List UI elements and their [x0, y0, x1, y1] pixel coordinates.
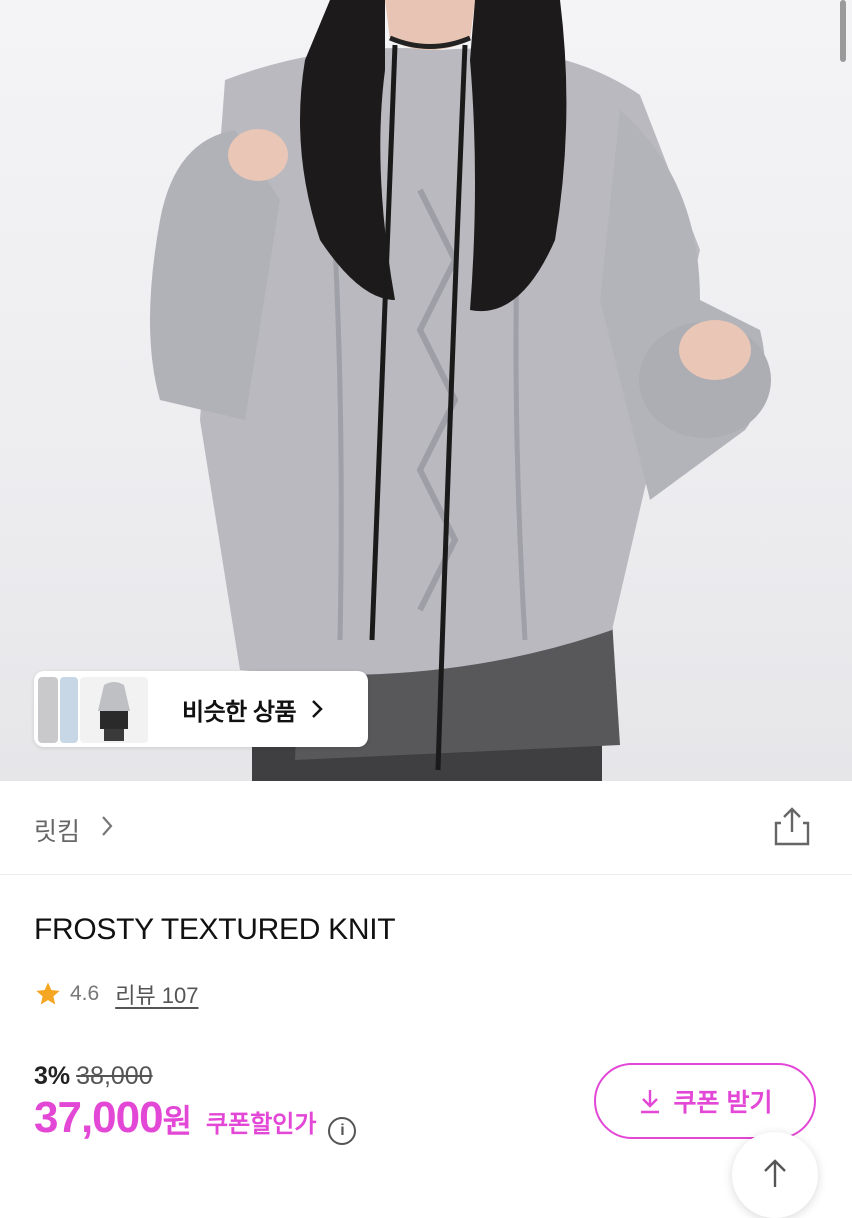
price-block: 3% 38,000 37,000 원 쿠폰할인가 i — [34, 1062, 357, 1145]
chevron-right-icon[interactable] — [100, 814, 114, 838]
rating-value: 4.6 — [70, 982, 100, 1005]
currency-unit: 원 — [162, 1103, 193, 1139]
similar-thumbnail — [60, 677, 78, 743]
arrow-up-icon — [764, 1159, 786, 1187]
share-icon[interactable] — [771, 806, 813, 848]
star-icon — [36, 982, 60, 1005]
product-title: FROSTY TEXTURED KNIT — [34, 913, 396, 946]
download-icon — [640, 1090, 659, 1114]
similar-thumbnail — [80, 677, 148, 743]
discount-row: 3% 38,000 — [34, 1062, 356, 1091]
original-price: 38,000 — [76, 1062, 153, 1090]
similar-thumbnail — [38, 677, 58, 743]
get-coupon-button[interactable]: 쿠폰 받기 — [594, 1063, 816, 1139]
info-icon[interactable]: i — [328, 1117, 357, 1145]
rating-row: 4.6 리뷰 107 — [34, 977, 199, 1011]
coupon-button-label: 쿠폰 받기 — [673, 1089, 773, 1117]
final-price: 37,000 — [34, 1093, 164, 1142]
similar-products-label: 비슷한 상품 — [182, 698, 297, 726]
product-hero-image[interactable]: 비슷한 상품 — [0, 0, 852, 781]
discount-rate: 3% — [34, 1062, 71, 1090]
similar-product-thumbnails — [38, 675, 152, 743]
similar-products-button[interactable]: 비슷한 상품 — [34, 671, 368, 747]
scrollbar[interactable] — [840, 0, 846, 62]
brand-row: 릿킴 — [0, 782, 852, 875]
chevron-right-icon — [312, 700, 323, 718]
review-link[interactable]: 리뷰 107 — [115, 978, 198, 1010]
final-price-row: 37,000 원 쿠폰할인가 i — [34, 1093, 357, 1145]
brand-link[interactable]: 릿킴 — [34, 812, 80, 848]
product-photo — [150, 0, 771, 781]
coupon-price-label: 쿠폰할인가 — [206, 1111, 317, 1138]
scroll-to-top-button[interactable] — [732, 1132, 818, 1218]
